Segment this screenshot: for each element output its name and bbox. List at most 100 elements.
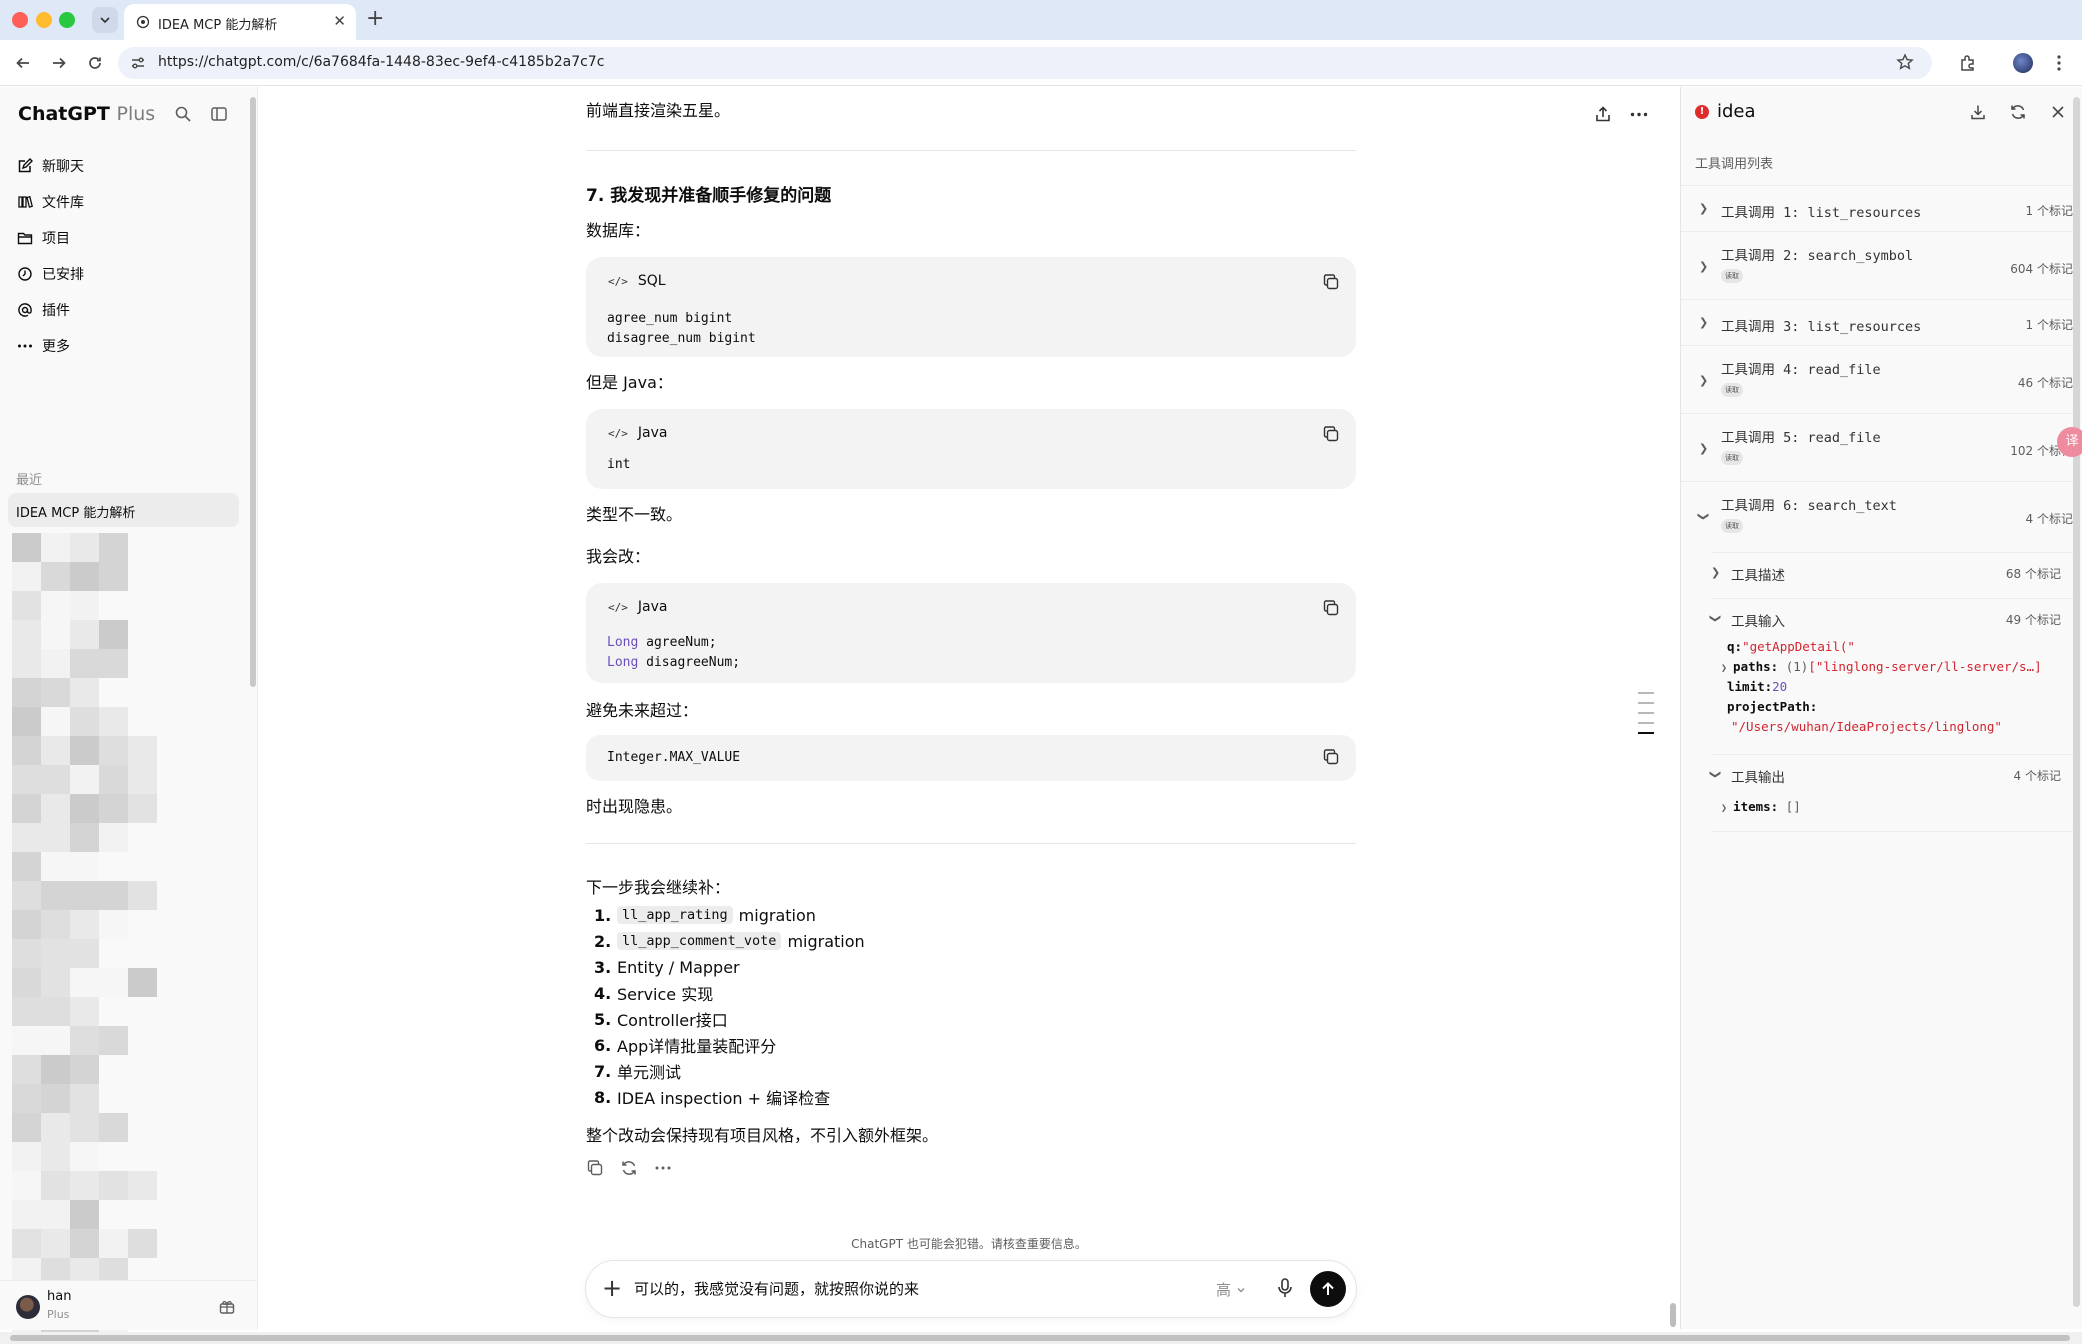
sidebar-item-library[interactable]: 文件库 [16, 188, 84, 216]
copy-icon[interactable] [1322, 425, 1340, 443]
tool-call-item[interactable]: ❯ 工具调用 4: read_file 读取 46 个标记 [1681, 345, 2073, 413]
input-field-q: q:"getAppDetail(" [1727, 639, 1855, 654]
code-block-const: Integer.MAX_VALUE [586, 735, 1356, 781]
refresh-icon[interactable] [2009, 103, 2027, 121]
list-text: 单元测试 [617, 1063, 682, 1082]
brand-title[interactable]: ChatGPT Plus [18, 103, 155, 125]
sidebar-scrollbar[interactable] [250, 97, 256, 687]
folder-icon [16, 230, 34, 246]
send-button[interactable] [1310, 1271, 1346, 1307]
code-block-java: </> Java int [586, 409, 1356, 489]
sidebar-item-scheduled[interactable]: 已安排 [16, 260, 84, 288]
tab-list-button[interactable] [92, 7, 118, 33]
tool-call-item-expanded[interactable]: ❯ 工具调用 6: search_text 读取 4 个标记 ❯ 工具描述 68… [1681, 481, 2073, 832]
token-count: 1 个标记 [2025, 318, 2073, 332]
forward-icon[interactable] [48, 52, 70, 74]
close-window-button[interactable] [12, 12, 28, 28]
tool-output-section[interactable]: ❯ 工具输出 4 个标记 ❯ items: [] [1709, 754, 2073, 832]
chevron-right-icon: ❯ [1699, 202, 1709, 215]
panel-scrollbar[interactable] [2073, 97, 2080, 1307]
clock-icon [16, 266, 34, 282]
user-account-row[interactable]: han Plus [0, 1280, 257, 1330]
user-plan: Plus [47, 1308, 70, 1321]
regenerate-icon[interactable] [620, 1159, 638, 1177]
download-icon[interactable] [1969, 103, 1987, 121]
code-language: Java [637, 599, 668, 615]
field-key: q: [1727, 639, 1743, 654]
field-value: "/Users/wuhan/IdeaProjects/linglong" [1731, 719, 2002, 734]
sidebar-item-projects[interactable]: 项目 [16, 224, 70, 252]
code-line: int [607, 457, 631, 472]
code-icon: </> [608, 426, 628, 440]
share-icon[interactable] [1594, 105, 1612, 123]
reasoning-effort-value: 高 [1216, 1281, 1232, 1299]
openai-logo-icon [136, 15, 150, 29]
chevron-right-icon: ❯ [1721, 803, 1734, 814]
back-icon[interactable] [12, 52, 34, 74]
more-icon [16, 343, 34, 349]
tool-call-item[interactable]: ❯ 工具调用 3: list_resources 1 个标记 [1681, 299, 2073, 345]
section-label: 工具输出 [1731, 770, 1785, 786]
field-key: paths: [1733, 659, 1779, 674]
browser-menu-icon[interactable] [2048, 52, 2070, 74]
bookmark-star-icon[interactable] [1896, 53, 1914, 71]
sidebar-item-more[interactable]: 更多 [16, 332, 70, 360]
close-tab-icon[interactable]: ✕ [333, 12, 346, 30]
close-icon[interactable] [2049, 103, 2067, 121]
message-text: 数据库： [586, 221, 651, 240]
sidebar-item-plugins[interactable]: 插件 [16, 296, 70, 324]
sidebar-item-new-chat[interactable]: 新聊天 [16, 152, 84, 180]
avatar [16, 1295, 40, 1319]
list-number: 1. [594, 905, 612, 925]
more-options-icon[interactable] [654, 1159, 672, 1177]
code-token: Long [607, 635, 639, 650]
tool-call-item[interactable]: ❯ 工具调用 2: search_symbol 读取 604 个标记 [1681, 231, 2073, 299]
new-tab-button[interactable]: + [366, 6, 384, 32]
code-icon: </> [608, 274, 628, 288]
gift-icon[interactable] [218, 1298, 236, 1316]
microphone-icon[interactable] [1276, 1277, 1294, 1299]
extensions-icon[interactable] [1957, 52, 1979, 74]
add-attachment-icon[interactable]: + [602, 1274, 622, 1302]
copy-icon[interactable] [1322, 748, 1340, 766]
browser-toolbar: https://chatgpt.com/c/6a7684fa-1448-83ec… [0, 40, 2082, 86]
address-bar[interactable]: https://chatgpt.com/c/6a7684fa-1448-83ec… [118, 47, 1932, 79]
message-input[interactable] [634, 1279, 1194, 1297]
message-text: 时出现隐患。 [586, 797, 683, 816]
tab-title: IDEA MCP 能力解析 [158, 18, 278, 33]
site-settings-icon[interactable] [130, 55, 146, 71]
token-count: 1 个标记 [2025, 204, 2073, 218]
code-language-label: </> SQL [608, 273, 666, 289]
minimize-window-button[interactable] [36, 12, 52, 28]
tool-call-item[interactable]: ❯ 工具调用 5: read_file 读取 102 个标记 [1681, 413, 2073, 481]
tool-call-item[interactable]: ❯ 工具调用 1: list_resources 1 个标记 [1681, 185, 2073, 231]
browser-tab[interactable]: IDEA MCP 能力解析 ✕ [124, 4, 356, 40]
search-icon[interactable] [174, 105, 192, 123]
copy-icon[interactable] [586, 1159, 604, 1177]
list-number: 4. [594, 983, 612, 1003]
maximize-window-button[interactable] [59, 12, 75, 28]
message-text: 我会改： [586, 547, 651, 566]
more-options-icon[interactable] [1630, 112, 1648, 117]
input-field-paths[interactable]: ❯ paths: (1)["linglong-server/ll-server/… [1721, 659, 2042, 674]
output-field-items[interactable]: ❯ items: [] [1721, 799, 1801, 814]
code-content: agree_num bigint disagree_num bigint [607, 309, 756, 349]
copy-icon[interactable] [1322, 599, 1340, 617]
edit-icon [16, 158, 34, 174]
tool-input-section[interactable]: ❯ 工具输入 49 个标记 q:"getAppDetail(" ❯ paths:… [1709, 598, 2073, 748]
conversation-minimap[interactable] [1638, 692, 1660, 742]
tool-description-section[interactable]: ❯ 工具描述 68 个标记 [1711, 552, 2073, 592]
list-text: migration [738, 905, 816, 925]
horizontal-scrollbar[interactable] [0, 1332, 2082, 1344]
reload-icon[interactable] [84, 52, 106, 74]
chat-history-item-active[interactable]: IDEA MCP 能力解析 [8, 493, 239, 527]
recent-section-label: 最近 [16, 473, 43, 488]
field-key: limit: [1727, 679, 1773, 694]
main-scrollbar[interactable] [1670, 1303, 1676, 1327]
profile-avatar[interactable] [2012, 52, 2034, 74]
section-heading: 7. 我发现并准备顺手修复的问题 [586, 186, 832, 206]
translate-bubble-icon[interactable]: 译 [2057, 427, 2082, 457]
reasoning-effort-selector[interactable]: 高 [1216, 1279, 1246, 1300]
sidebar-toggle-icon[interactable] [210, 105, 228, 123]
copy-icon[interactable] [1322, 273, 1340, 291]
